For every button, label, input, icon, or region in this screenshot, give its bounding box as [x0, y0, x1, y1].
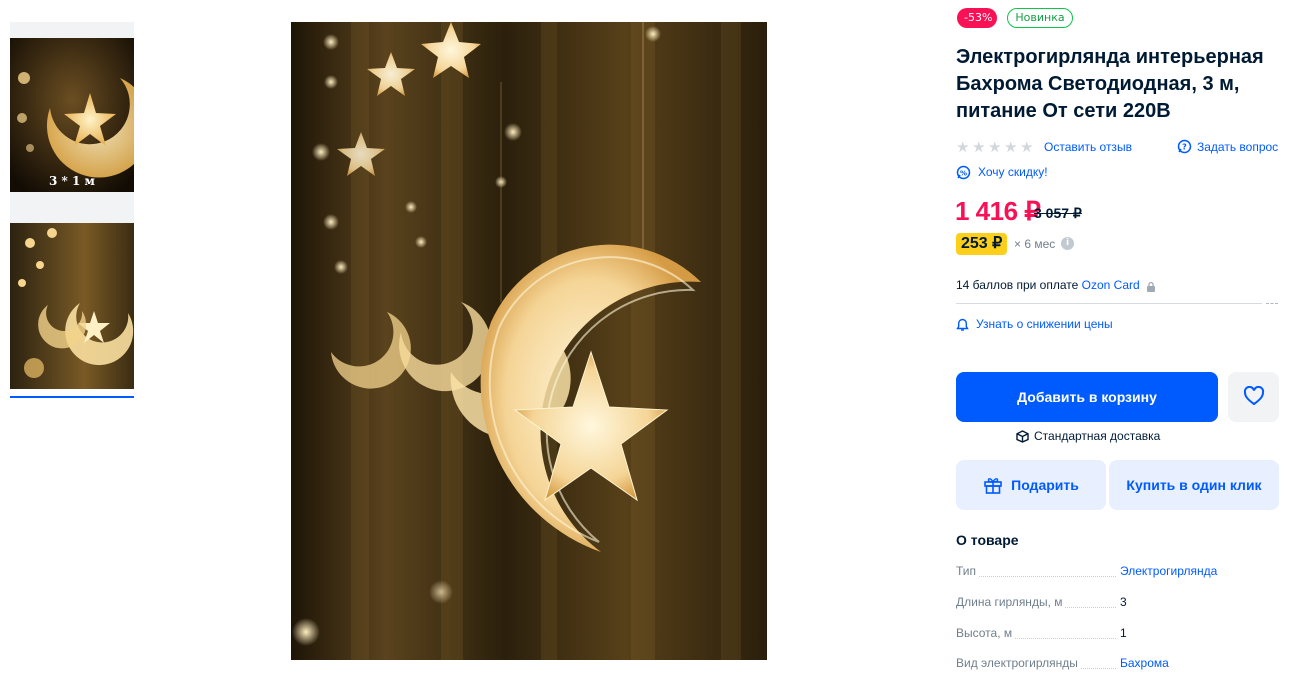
- thumbnail-frame-mid2: [10, 207, 134, 223]
- star-icon: ★: [1020, 138, 1034, 156]
- buy-one-click-button[interactable]: Купить в один клик: [1109, 460, 1279, 510]
- spec-value: 3: [1120, 595, 1127, 609]
- spec-name: Тип: [956, 564, 979, 578]
- ask-question-link[interactable]: Задать вопрос: [1197, 140, 1278, 154]
- installment-amount[interactable]: 253 ₽: [956, 233, 1008, 255]
- star-icon: ★: [1004, 138, 1018, 156]
- svg-text:%: %: [960, 170, 967, 178]
- thumbnail-caption: 3 * 1 м: [49, 174, 96, 188]
- lock-icon: [1146, 278, 1156, 297]
- discount-badge: -53%: [957, 8, 997, 28]
- spec-row: Высота, м 1: [956, 626, 1286, 644]
- old-price: 3 057 ₽: [1034, 205, 1082, 221]
- percent-bubble-icon: %: [956, 165, 971, 184]
- question-bubble-icon: ?: [1177, 139, 1192, 158]
- rating-stars[interactable]: ★ ★ ★ ★ ★: [956, 138, 1034, 156]
- delivery-text: Стандартная доставка: [1034, 429, 1161, 443]
- bell-icon: [956, 317, 969, 336]
- spec-value[interactable]: Электрогирлянда: [1120, 564, 1217, 578]
- spec-name: Длина гирлянды, м: [956, 595, 1065, 609]
- favorite-button[interactable]: [1228, 372, 1279, 422]
- spec-row: Тип Электрогирлянда: [956, 564, 1286, 582]
- heart-icon: [1243, 385, 1264, 405]
- box-icon: [1016, 429, 1029, 443]
- thumbnail-active-indicator: [10, 396, 134, 398]
- spec-row: Вид электрогирлянды Бахрома: [956, 656, 1286, 674]
- gift-label: Подарить: [1011, 477, 1079, 493]
- installment-term: × 6 мес: [1014, 237, 1056, 251]
- spec-value: 1: [1120, 626, 1127, 640]
- thumbnail-frame-mid: [10, 192, 134, 208]
- gift-icon: [984, 478, 1002, 494]
- star-icon: ★: [972, 138, 986, 156]
- points-text: 14 баллов при оплате: [956, 278, 1082, 292]
- info-icon[interactable]: i: [1061, 237, 1074, 250]
- want-discount-link[interactable]: Хочу скидку!: [978, 165, 1048, 179]
- delivery-info: Стандартная доставка: [1016, 429, 1160, 443]
- new-badge: Новинка: [1007, 8, 1073, 28]
- add-to-cart-button[interactable]: Добавить в корзину: [956, 372, 1218, 422]
- spec-row: Длина гирлянды, м 3: [956, 595, 1286, 613]
- ozon-card-points: 14 баллов при оплате Ozon Card: [956, 278, 1140, 292]
- spec-name: Высота, м: [956, 626, 1015, 640]
- spec-dots: [956, 576, 1116, 577]
- notify-price-drop-link[interactable]: Узнать о снижении цены: [976, 317, 1113, 331]
- ozon-card-link[interactable]: Ozon Card: [1082, 278, 1140, 292]
- product-title: Электрогирлянда интерьерная Бахрома Свет…: [956, 46, 1264, 122]
- divider-dash: [1266, 303, 1278, 305]
- svg-text:?: ?: [1182, 143, 1187, 152]
- thumbnail-1[interactable]: 3 * 1 м: [10, 38, 134, 192]
- current-price: 1 416 ₽: [955, 196, 1041, 226]
- leave-review-link[interactable]: Оставить отзыв: [1044, 140, 1132, 154]
- product-main-image[interactable]: [291, 22, 767, 660]
- thumbnail-frame-top: [10, 22, 134, 38]
- star-icon: ★: [956, 138, 970, 156]
- star-icon: ★: [988, 138, 1002, 156]
- gift-button[interactable]: Подарить: [956, 460, 1106, 510]
- divider: [956, 303, 1262, 304]
- thumbnail-2[interactable]: [10, 223, 134, 389]
- about-section-title: О товаре: [956, 532, 1019, 548]
